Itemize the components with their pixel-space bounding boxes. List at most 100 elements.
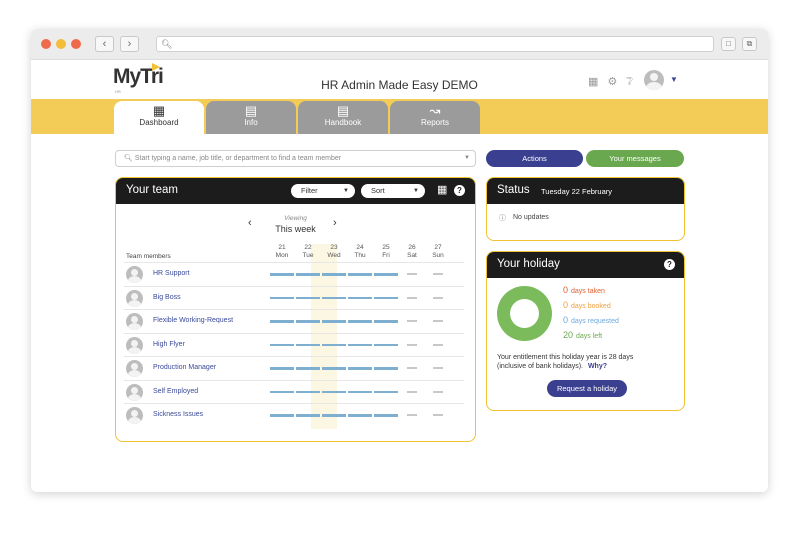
non-working-day-dash bbox=[433, 343, 443, 346]
sort-select[interactable]: Sort ▼ bbox=[361, 184, 425, 198]
workday-bar bbox=[322, 414, 346, 417]
search-input[interactable]: 🔍︎ Start typing a name, job title, or de… bbox=[115, 150, 476, 167]
team-member-row[interactable]: Self Employed bbox=[124, 379, 464, 404]
member-avatar bbox=[126, 289, 143, 307]
workday-bar bbox=[296, 273, 320, 276]
day-number: 25 bbox=[382, 244, 390, 251]
non-working-day-dash bbox=[407, 367, 417, 369]
holiday-donut-chart bbox=[497, 286, 552, 341]
minimize-window-dot[interactable] bbox=[56, 39, 66, 49]
member-name-link[interactable]: Production Manager bbox=[153, 364, 216, 371]
non-working-day-dash bbox=[433, 367, 443, 369]
tab-handbook[interactable]: ▤ Handbook bbox=[298, 101, 388, 134]
flag-icon bbox=[152, 63, 160, 71]
team-member-row[interactable]: HR Support bbox=[124, 262, 464, 286]
tab-reports[interactable]: ↝ Reports bbox=[390, 101, 480, 134]
member-name-link[interactable]: High Flyer bbox=[153, 341, 185, 348]
chevron-down-icon[interactable]: ▼ bbox=[464, 151, 470, 166]
your-team-card: Your team Filter ▼ Sort ▼ ▦ ? ‹ Viewing Th… bbox=[115, 177, 476, 442]
day-name: Fri bbox=[382, 252, 390, 259]
workday-bar bbox=[348, 414, 372, 417]
workday-bar bbox=[374, 390, 398, 393]
member-avatar bbox=[126, 407, 143, 424]
chevron-down-icon[interactable]: ▼ bbox=[670, 75, 678, 84]
member-name-link[interactable]: Big Boss bbox=[153, 294, 181, 301]
status-card: Status Tuesday 22 February ⓘ No updates bbox=[486, 177, 685, 241]
workday-bar bbox=[374, 320, 398, 323]
workday-bar bbox=[270, 320, 294, 323]
workday-bar bbox=[322, 273, 346, 276]
day-header: 25 Fri bbox=[373, 244, 399, 260]
browser-window: ‹ › 🔍︎ □ ⧉ MyTri HR HR Admin Made Easy D… bbox=[31, 29, 768, 492]
day-name: Wed bbox=[327, 252, 341, 259]
day-name: Sat bbox=[407, 252, 417, 259]
non-working-day-dash bbox=[407, 414, 417, 416]
tab-dashboard[interactable]: ▦ Dashboard bbox=[114, 101, 204, 134]
tabs-icon[interactable]: ⧉ bbox=[742, 37, 757, 51]
team-member-row[interactable]: Production Manager bbox=[124, 356, 464, 380]
member-name-link[interactable]: Self Employed bbox=[153, 388, 198, 395]
id-card-icon: ▤ bbox=[244, 103, 258, 118]
day-number: 21 bbox=[278, 244, 286, 251]
team-member-row[interactable]: High Flyer bbox=[124, 332, 464, 357]
gear-icon[interactable]: ⚙ bbox=[607, 76, 617, 88]
url-bar[interactable]: 🔍︎ bbox=[156, 36, 714, 52]
day-header: 21 Mon bbox=[269, 244, 295, 260]
help-icon[interactable]: ? bbox=[454, 185, 465, 196]
member-avatar bbox=[126, 360, 143, 377]
close-window-dot[interactable] bbox=[41, 39, 51, 49]
team-member-row[interactable]: Flexible Working-Request bbox=[124, 309, 464, 333]
search-icon: 🔍︎ bbox=[161, 39, 173, 49]
help-icon[interactable]: ? bbox=[664, 259, 675, 270]
search-icon: 🔍︎ bbox=[124, 155, 133, 162]
holiday-stat-value: 20 bbox=[563, 330, 574, 340]
user-avatar[interactable] bbox=[644, 70, 664, 90]
workday-bar bbox=[374, 414, 398, 417]
back-button[interactable]: ‹ bbox=[95, 36, 114, 52]
chevron-down-icon: ▼ bbox=[343, 188, 349, 194]
day-number: 23 bbox=[330, 244, 338, 251]
tab-info[interactable]: ▤ Info bbox=[206, 101, 296, 134]
holiday-stat-value: 0 bbox=[563, 315, 569, 325]
viewing-value: This week bbox=[275, 224, 316, 234]
team-member-row[interactable]: Big Boss bbox=[124, 285, 464, 310]
team-title: Your team bbox=[126, 184, 178, 196]
status-date: Tuesday 22 February bbox=[541, 187, 613, 196]
holiday-stat-label: days taken bbox=[571, 288, 605, 295]
status-message: No updates bbox=[513, 214, 549, 221]
member-avatar bbox=[126, 336, 143, 354]
non-working-day-dash bbox=[433, 414, 443, 416]
bank-holiday-note: (inclusive of bank holidays). bbox=[497, 363, 583, 370]
tab-label: Info bbox=[244, 118, 258, 127]
team-member-row[interactable]: Sickness Issues bbox=[124, 403, 464, 427]
help-icon[interactable]: ❔︎ bbox=[626, 76, 633, 88]
sort-label: Sort bbox=[371, 186, 385, 195]
non-working-day-dash bbox=[433, 390, 443, 393]
dashboard-icon: ▦ bbox=[152, 103, 166, 118]
holiday-stat-label: days booked bbox=[571, 303, 611, 310]
member-name-link[interactable]: Flexible Working-Request bbox=[153, 317, 233, 324]
request-holiday-button[interactable]: Request a holiday bbox=[547, 380, 627, 397]
day-name: Thu bbox=[354, 252, 366, 259]
forward-button[interactable]: › bbox=[120, 36, 139, 52]
share-icon[interactable]: □ bbox=[721, 37, 736, 51]
chevron-right-icon[interactable]: › bbox=[333, 217, 337, 229]
calendar-icon[interactable]: ▦ bbox=[437, 183, 447, 196]
tab-bar: ▦ Dashboard ▤ Info ▤ Handbook ↝ Reports bbox=[31, 99, 768, 134]
info-icon: ⓘ bbox=[499, 215, 506, 222]
messages-button[interactable]: Your messages bbox=[586, 150, 684, 167]
holiday-stat: 0 days taken bbox=[563, 285, 605, 295]
why-link[interactable]: Why? bbox=[588, 363, 607, 370]
filter-select[interactable]: Filter ▼ bbox=[291, 184, 355, 198]
chart-icon: ↝ bbox=[429, 103, 441, 118]
calendar-icon[interactable]: ▦ bbox=[588, 76, 598, 88]
maximize-window-dot[interactable] bbox=[71, 39, 81, 49]
member-avatar bbox=[126, 266, 143, 283]
day-header: 23 Wed bbox=[321, 244, 347, 260]
actions-button[interactable]: Actions bbox=[486, 150, 583, 167]
member-name-link[interactable]: HR Support bbox=[153, 270, 190, 277]
workday-bar bbox=[270, 414, 294, 417]
workday-bar bbox=[270, 273, 294, 276]
member-name-link[interactable]: Sickness Issues bbox=[153, 411, 203, 418]
workday-bar bbox=[322, 390, 346, 393]
